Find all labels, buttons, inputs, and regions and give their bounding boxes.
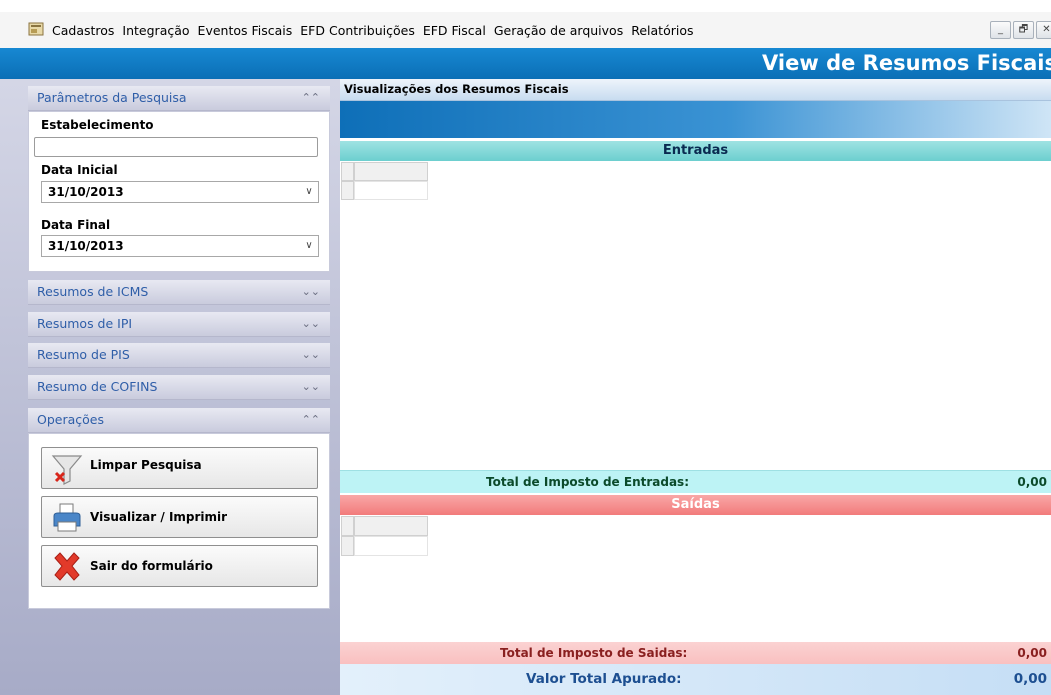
total-entradas-row: Total de Imposto de Entradas: 0,00	[340, 470, 1051, 493]
operations-header[interactable]: Operações ⌃⌃	[28, 408, 330, 433]
entradas-grid-row-header[interactable]	[341, 181, 354, 200]
menu-relatorios[interactable]: Relatórios	[631, 23, 693, 38]
chevron-down-double-icon[interactable]: ⌄⌄	[302, 280, 320, 304]
data-final-value: 31/10/2013	[48, 239, 124, 253]
data-inicial-label: Data Inicial	[41, 163, 118, 177]
clear-filter-icon	[51, 455, 83, 485]
restore-button[interactable]: 🗗	[1013, 21, 1034, 39]
saidas-grid-row-header[interactable]	[341, 536, 354, 556]
section-label: Resumo de COFINS	[37, 379, 158, 394]
section-label: Resumos de IPI	[37, 316, 133, 331]
printer-icon	[53, 503, 81, 532]
total-entradas-label: Total de Imposto de Entradas:	[486, 475, 689, 489]
saidas-grid-cell[interactable]	[354, 536, 428, 556]
saidas-grid-corner	[341, 516, 354, 536]
section-label: Resumos de ICMS	[37, 284, 149, 299]
visualizar-imprimir-button[interactable]: Visualizar / Imprimir	[41, 496, 318, 538]
data-final-picker[interactable]: 31/10/2013 ∨	[41, 235, 319, 257]
saidas-header: Saídas	[340, 495, 1051, 515]
menu-geracao-de-arquivos[interactable]: Geração de arquivos	[494, 23, 623, 38]
sair-do-formulario-label: Sair do formulário	[90, 559, 213, 573]
entradas-grid-cell[interactable]	[354, 181, 428, 200]
sair-do-formulario-button[interactable]: Sair do formulário	[41, 545, 318, 587]
search-panel-title: Parâmetros da Pesquisa	[37, 90, 187, 105]
visualizar-imprimir-label: Visualizar / Imprimir	[90, 510, 228, 524]
chevron-up-icon[interactable]: ⌃⌃	[302, 408, 320, 432]
entradas-grid-corner	[341, 162, 354, 181]
estabelecimento-label: Estabelecimento	[41, 118, 154, 132]
app-icon	[28, 22, 44, 36]
section-resumos-icms[interactable]: Resumos de ICMS ⌄⌄	[28, 280, 330, 305]
menu-efd-contribuicoes[interactable]: EFD Contribuições	[300, 23, 415, 38]
view-panel-header: Visualizações dos Resumos Fiscais	[340, 79, 1051, 101]
valor-total-row: Valor Total Apurado: 0,00	[340, 664, 1051, 695]
entradas-header: Entradas	[340, 141, 1051, 161]
data-inicial-picker[interactable]: 31/10/2013 ∨	[41, 181, 319, 203]
window-title-bar: View de Resumos Fiscais	[0, 48, 1051, 79]
close-button[interactable]: ✕	[1036, 21, 1051, 39]
search-panel-header[interactable]: Parâmetros da Pesquisa ⌃⌃	[28, 86, 330, 111]
minimize-button[interactable]: _	[990, 21, 1011, 39]
total-entradas-value: 0,00	[1017, 475, 1047, 489]
search-panel: Estabelecimento Data Inicial 31/10/2013 …	[28, 111, 330, 272]
data-inicial-value: 31/10/2013	[48, 185, 124, 199]
menu-bar: Cadastros Integração Eventos Fiscais EFD…	[0, 12, 1051, 49]
exit-x-icon	[54, 552, 80, 581]
total-saidas-label: Total de Imposto de Saidas:	[500, 646, 688, 660]
valor-total-value: 0,00	[1013, 671, 1047, 687]
entradas-grid-column-header[interactable]	[354, 162, 428, 181]
menu-eventos-fiscais[interactable]: Eventos Fiscais	[198, 23, 293, 38]
chevron-down-double-icon[interactable]: ⌄⌄	[302, 312, 320, 336]
menu-cadastros[interactable]: Cadastros	[52, 23, 114, 38]
top-strip	[0, 0, 1051, 12]
estabelecimento-input[interactable]	[34, 137, 318, 157]
total-saidas-value: 0,00	[1017, 646, 1047, 660]
window-title: View de Resumos Fiscais	[762, 51, 1051, 75]
menu-efd-fiscal[interactable]: EFD Fiscal	[423, 23, 486, 38]
operations-panel: Limpar Pesquisa Visualizar / Imprimir Sa…	[28, 433, 330, 609]
limpar-pesquisa-label: Limpar Pesquisa	[90, 458, 202, 472]
view-panel-title: Visualizações dos Resumos Fiscais	[344, 82, 569, 96]
menu-integracao[interactable]: Integração	[122, 23, 189, 38]
view-banner	[340, 101, 1051, 138]
operations-title: Operações	[37, 412, 104, 427]
main-area	[340, 79, 1051, 695]
chevron-down-double-icon[interactable]: ⌄⌄	[302, 343, 320, 367]
data-final-label: Data Final	[41, 218, 111, 232]
chevron-down-icon[interactable]: ∨	[300, 236, 318, 256]
total-saidas-row: Total de Imposto de Saidas: 0,00	[340, 642, 1051, 664]
section-resumo-cofins[interactable]: Resumo de COFINS ⌄⌄	[28, 375, 330, 400]
section-resumos-ipi[interactable]: Resumos de IPI ⌄⌄	[28, 312, 330, 337]
chevron-down-icon[interactable]: ∨	[300, 182, 318, 202]
section-resumo-pis[interactable]: Resumo de PIS ⌄⌄	[28, 343, 330, 368]
limpar-pesquisa-button[interactable]: Limpar Pesquisa	[41, 447, 318, 489]
section-label: Resumo de PIS	[37, 347, 130, 362]
saidas-grid-column-header[interactable]	[354, 516, 428, 536]
chevron-up-icon[interactable]: ⌃⌃	[302, 86, 320, 110]
valor-total-label: Valor Total Apurado:	[526, 671, 682, 687]
chevron-down-double-icon[interactable]: ⌄⌄	[302, 375, 320, 399]
